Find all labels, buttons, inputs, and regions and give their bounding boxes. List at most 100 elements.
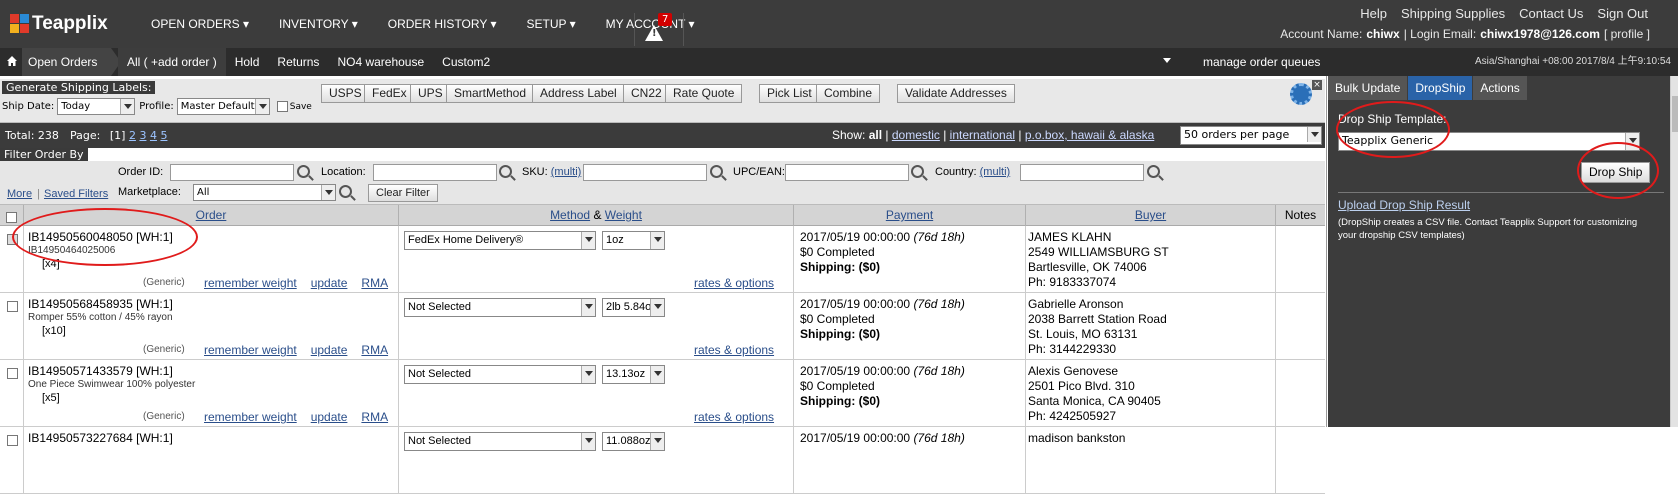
weight-select[interactable]: 2lb 5.84o — [602, 298, 665, 317]
buyer-column-header[interactable]: Buyer — [1026, 205, 1276, 226]
rate-quote-button[interactable]: Rate Quote — [665, 84, 743, 103]
rates-options-link[interactable]: rates & options — [694, 276, 774, 290]
teapplix-logo[interactable]: Teapplix — [10, 12, 108, 36]
save-checkbox[interactable] — [276, 101, 288, 112]
order-id[interactable]: IB14950573227684 [WH:1] — [28, 431, 173, 445]
upc-input[interactable] — [785, 164, 909, 181]
update-link[interactable]: update — [311, 276, 348, 290]
shipping-method-select[interactable]: Not Selected — [404, 365, 596, 384]
show-all[interactable]: all — [869, 128, 882, 142]
country-multi-link[interactable]: (multi) — [980, 166, 1011, 178]
chevron-down-icon[interactable] — [1163, 58, 1171, 63]
nav-open-orders[interactable]: OPEN ORDERS ▾ — [136, 0, 264, 48]
address-label-button[interactable]: Address Label — [532, 84, 625, 103]
tab-custom2[interactable]: Custom2 — [433, 48, 499, 76]
tab-hold[interactable]: Hold — [226, 48, 269, 76]
weight-sort-link[interactable]: Weight — [605, 208, 642, 222]
marketplace-select[interactable]: All — [193, 184, 336, 201]
order-id[interactable]: IB14950568458935 [WH:1] — [28, 297, 173, 311]
rates-options-link[interactable]: rates & options — [694, 343, 774, 357]
tab-actions[interactable]: Actions — [1473, 76, 1527, 100]
gear-icon[interactable] — [1290, 83, 1312, 105]
nav-setup[interactable]: SETUP ▾ — [511, 0, 590, 48]
remember-weight-link[interactable]: remember weight — [204, 343, 297, 357]
help-link[interactable]: Help — [1360, 6, 1387, 21]
more-filters-link[interactable]: More — [7, 188, 32, 200]
shipping-method-select[interactable]: Not Selected — [404, 298, 596, 317]
country-input[interactable] — [1020, 164, 1144, 181]
nav-inventory[interactable]: INVENTORY ▾ — [264, 0, 373, 48]
search-icon[interactable] — [499, 165, 512, 178]
weight-select[interactable]: 11.088oz — [602, 432, 665, 451]
profile-select[interactable]: Master Default — [176, 98, 270, 115]
ship-date-select[interactable]: Today — [57, 98, 136, 115]
page-3-link[interactable]: 3 — [139, 129, 146, 142]
scrollbar-thumb[interactable] — [1672, 96, 1678, 132]
close-icon[interactable]: × — [1312, 80, 1322, 90]
pick-list-button[interactable]: Pick List — [759, 84, 820, 103]
fedex-button[interactable]: FedEx — [364, 84, 415, 103]
tab-no4-warehouse[interactable]: NO4 warehouse — [328, 48, 433, 76]
combine-button[interactable]: Combine — [816, 84, 881, 103]
rma-link[interactable]: RMA — [361, 343, 388, 357]
show-pobox-link[interactable]: p.o.box, hawaii & alaska — [1025, 128, 1154, 142]
page-4-link[interactable]: 4 — [150, 129, 157, 142]
update-link[interactable]: update — [311, 343, 348, 357]
manage-order-queues-link[interactable]: manage order queues — [1203, 48, 1320, 76]
tab-returns[interactable]: Returns — [268, 48, 328, 76]
weight-select[interactable]: 1oz — [602, 231, 665, 250]
remember-weight-link[interactable]: remember weight — [204, 276, 297, 290]
rma-link[interactable]: RMA — [361, 276, 388, 290]
sku-multi-link[interactable]: (multi) — [551, 166, 582, 178]
usps-button[interactable]: USPS — [321, 84, 370, 103]
clear-filter-button[interactable]: Clear Filter — [368, 184, 438, 202]
row-checkbox[interactable] — [7, 301, 18, 312]
page-2-link[interactable]: 2 — [129, 129, 136, 142]
smartmethod-button[interactable]: SmartMethod — [446, 84, 535, 103]
weight-select[interactable]: 13.13oz — [602, 365, 665, 384]
orders-per-page-select[interactable]: 50 orders per page — [1180, 126, 1322, 145]
sku-input[interactable] — [583, 164, 707, 181]
tab-all[interactable]: All ( +add order ) — [118, 48, 226, 76]
search-icon[interactable] — [911, 165, 924, 178]
contact-us-link[interactable]: Contact Us — [1519, 6, 1583, 21]
buyer-sort-link[interactable]: Buyer — [1135, 208, 1166, 222]
nav-order-history[interactable]: ORDER HISTORY ▾ — [373, 0, 512, 48]
select-all-checkbox[interactable] — [6, 212, 17, 224]
payment-column-header[interactable]: Payment — [794, 205, 1026, 226]
upload-drop-ship-result-link[interactable]: Upload Drop Ship Result — [1338, 198, 1470, 212]
method-sort-link[interactable]: Method — [550, 208, 590, 222]
row-checkbox[interactable] — [7, 368, 18, 379]
sign-out-link[interactable]: Sign Out — [1597, 6, 1648, 21]
show-domestic-link[interactable]: domestic — [892, 128, 940, 142]
shipping-supplies-link[interactable]: Shipping Supplies — [1401, 6, 1505, 21]
profile-link[interactable]: [ profile ] — [1604, 27, 1650, 41]
payment-sort-link[interactable]: Payment — [886, 208, 933, 222]
remember-weight-link[interactable]: remember weight — [204, 410, 297, 424]
cn22-button[interactable]: CN22 — [623, 84, 670, 103]
update-link[interactable]: update — [311, 410, 348, 424]
search-icon[interactable] — [339, 185, 352, 198]
search-icon[interactable] — [710, 165, 723, 178]
row-checkbox[interactable] — [7, 435, 18, 446]
page-scrollbar[interactable] — [1670, 76, 1678, 427]
shipping-method-select[interactable]: Not Selected — [404, 432, 596, 451]
search-icon[interactable] — [297, 165, 310, 178]
saved-filters-link[interactable]: Saved Filters — [44, 188, 108, 200]
show-international-link[interactable]: international — [950, 128, 1015, 142]
ups-button[interactable]: UPS — [410, 84, 451, 103]
shipping-method-select[interactable]: FedEx Home Delivery® — [404, 231, 596, 250]
page-5-link[interactable]: 5 — [160, 129, 167, 142]
search-icon[interactable] — [1147, 165, 1160, 178]
breadcrumb-open-orders[interactable]: Open Orders — [22, 48, 122, 76]
order-sort-link[interactable]: Order — [196, 208, 227, 222]
location-input[interactable] — [373, 164, 497, 181]
tab-dropship[interactable]: DropShip — [1408, 76, 1473, 100]
tab-bulk-update[interactable]: Bulk Update — [1328, 76, 1408, 100]
alert-button[interactable]: 7 — [634, 13, 684, 46]
order-id[interactable]: IB14950571433579 [WH:1] — [28, 364, 173, 378]
validate-addresses-button[interactable]: Validate Addresses — [897, 84, 1015, 103]
rma-link[interactable]: RMA — [361, 410, 388, 424]
order-id-input[interactable] — [170, 164, 294, 181]
home-icon[interactable] — [6, 55, 18, 67]
